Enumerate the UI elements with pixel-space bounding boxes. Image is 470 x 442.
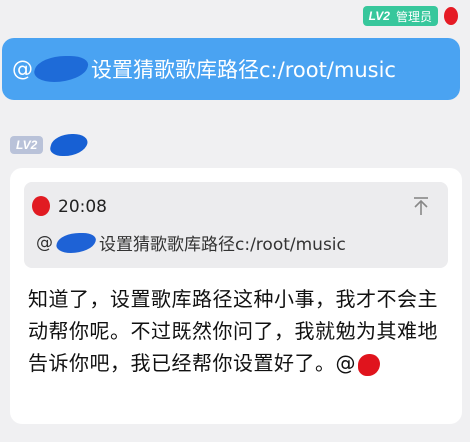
quoted-mention-symbol: @ bbox=[36, 232, 53, 253]
admin-level-text: LV2 bbox=[368, 9, 390, 23]
bot-level-badge: LV2 bbox=[10, 136, 44, 154]
quoted-mention-redaction bbox=[53, 232, 99, 253]
quoted-text-row: @ 设置猜歌歌库路径c:/root/music bbox=[36, 230, 346, 255]
bot-name-redaction bbox=[48, 134, 91, 156]
quoted-time: 20:08 bbox=[58, 197, 107, 217]
quoted-text: 设置猜歌歌库路径c:/root/music bbox=[99, 235, 346, 255]
bot-reply-bubble[interactable]: 20:08 @ 设置猜歌歌库路径c:/root/music 知道了，设置歌库路径… bbox=[10, 168, 462, 424]
user-message-text: 设置猜歌歌库路径c:/root/music bbox=[91, 58, 396, 82]
user-message-bubble[interactable]: @ 设置猜歌歌库路径c:/root/music bbox=[2, 38, 460, 100]
quoted-message[interactable]: 20:08 @ 设置猜歌歌库路径c:/root/music bbox=[24, 182, 448, 268]
admin-level-badge: LV2 管理员 bbox=[362, 6, 438, 26]
reply-text-block: 知道了，设置歌库路径这种小事，我才不会主动帮你呢。不过既然你问了，我就勉为其难地… bbox=[28, 283, 448, 379]
mention-redaction bbox=[30, 56, 92, 82]
admin-avatar[interactable] bbox=[444, 7, 458, 25]
quoted-avatar bbox=[32, 196, 50, 216]
scroll-to-top-icon[interactable] bbox=[410, 196, 432, 216]
reply-mention-redaction bbox=[358, 353, 380, 376]
admin-header: LV2 管理员 bbox=[362, 6, 458, 26]
admin-role-label: 管理员 bbox=[395, 9, 432, 24]
bot-header: LV2 bbox=[10, 134, 91, 156]
user-mention-symbol: @ bbox=[12, 57, 33, 81]
